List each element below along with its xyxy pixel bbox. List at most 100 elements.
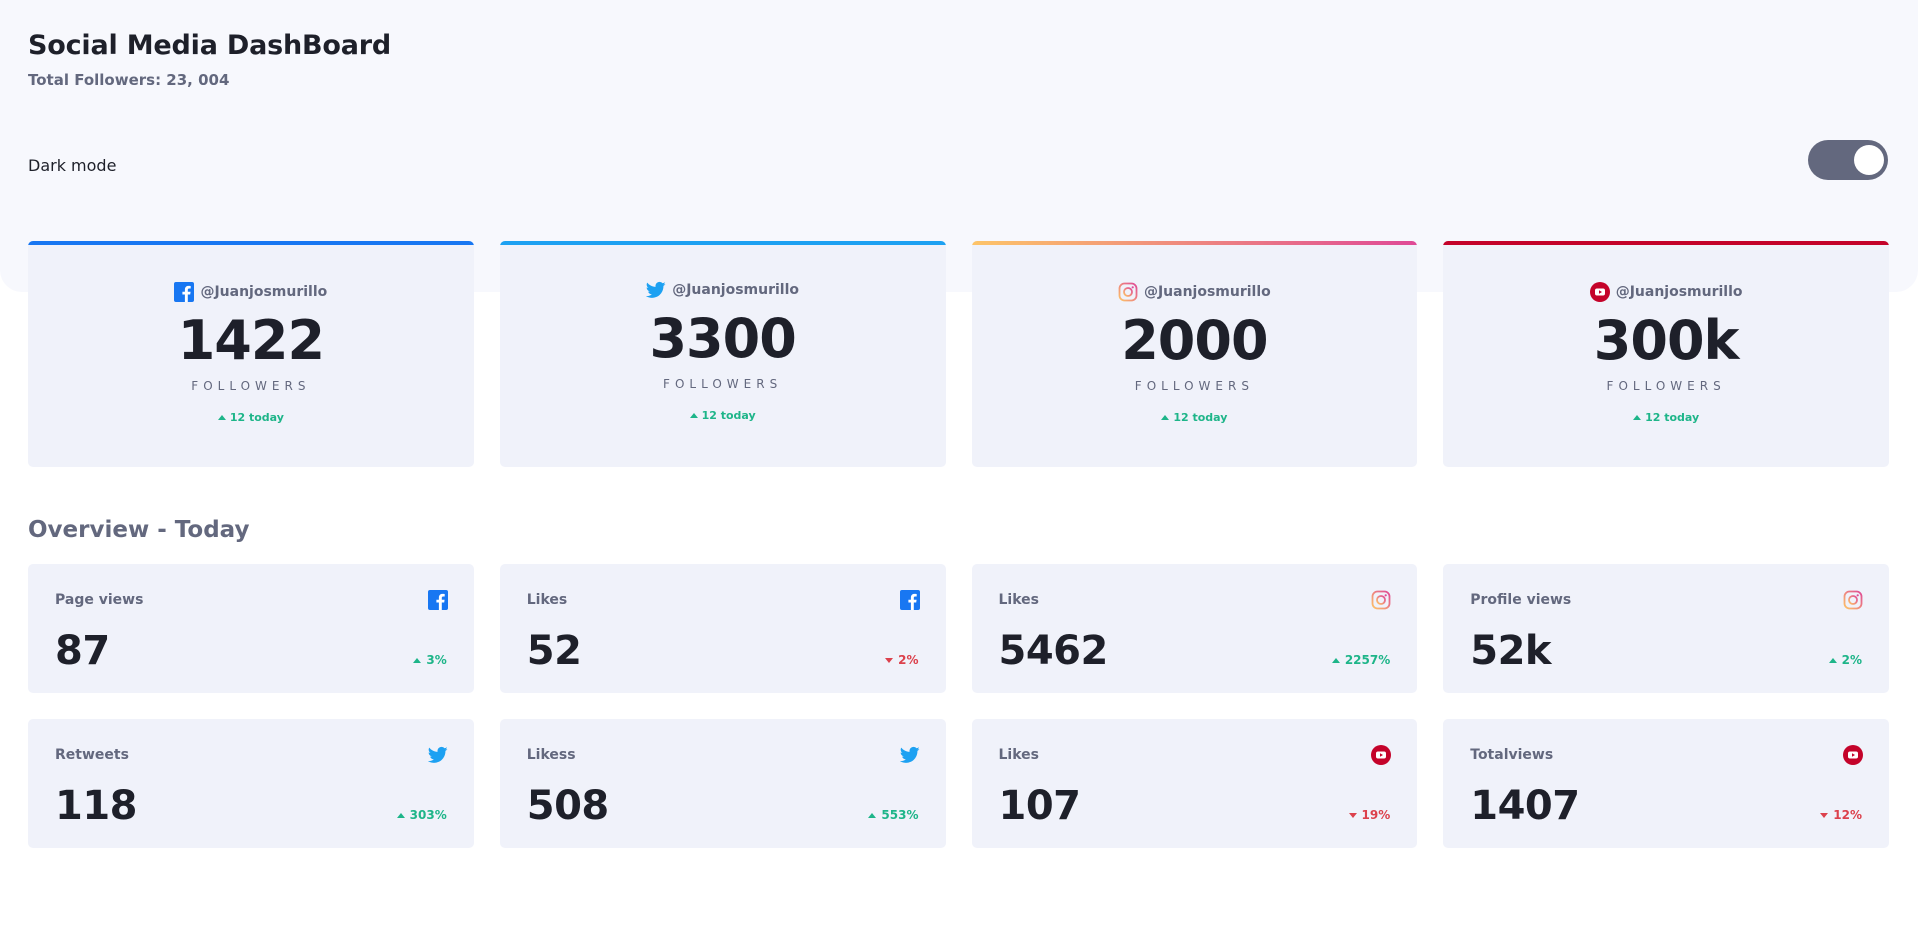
page-title: Social Media DashBoard xyxy=(28,30,392,61)
delta-text: 12% xyxy=(1833,808,1862,822)
today-text: 12 today xyxy=(229,411,284,424)
metric-value: 52k xyxy=(1470,628,1552,674)
youtube-icon xyxy=(1589,282,1610,302)
instagram-icon xyxy=(1118,282,1138,302)
metric-value: 107 xyxy=(998,783,1082,829)
delta-text: 2% xyxy=(1841,653,1862,667)
arrow-up-icon xyxy=(1633,415,1642,420)
today-text: 12 today xyxy=(701,409,756,422)
arrow-up-icon xyxy=(217,415,226,420)
arrow-up-icon xyxy=(689,413,698,418)
metric-label: Profile views xyxy=(1470,592,1572,608)
follower-count: 1422 xyxy=(177,309,325,372)
metric-delta: 12% xyxy=(1820,808,1862,822)
overview-card[interactable]: Totalviews 1407 12% xyxy=(1443,719,1889,848)
handle: @Juanjosmurillo xyxy=(1143,284,1271,300)
today-text: 12 today xyxy=(1645,411,1700,424)
overview-card[interactable]: Page views 87 3% xyxy=(28,564,474,693)
metric-delta: 2% xyxy=(1828,653,1862,667)
arrow-up-icon xyxy=(1161,415,1170,420)
handle: @Juanjosmurillo xyxy=(200,284,328,300)
overview-card[interactable]: Likes 107 19% xyxy=(971,719,1418,848)
handle: @Juanjosmurillo xyxy=(672,282,800,298)
metric-value: 52 xyxy=(526,628,582,674)
metric-label: Totalviews xyxy=(1470,747,1554,763)
twitter-icon xyxy=(646,280,666,300)
overview-grid: Page views 87 3% Likes 52 2% Likes 5462 … xyxy=(28,564,1889,848)
overview-card[interactable]: Likess 508 553% xyxy=(499,719,946,848)
facebook-icon xyxy=(899,590,920,610)
arrow-down-icon xyxy=(1820,812,1829,818)
metric-value: 87 xyxy=(55,628,110,674)
dashboard-header: Social Media DashBoard Total Followers: … xyxy=(28,30,391,89)
twitter-accent-bar xyxy=(499,241,946,245)
arrow-up-icon xyxy=(413,657,422,663)
delta-text: 2257% xyxy=(1344,653,1391,667)
today-text: 12 today xyxy=(1173,411,1228,424)
metric-value: 508 xyxy=(526,783,610,829)
handle-row: @Juanjosmurillo xyxy=(500,280,946,300)
youtube-icon xyxy=(1371,745,1392,765)
handle-row: @Juanjosmurillo xyxy=(972,282,1418,302)
twitter-icon xyxy=(899,745,920,765)
follower-count: 3300 xyxy=(649,307,796,370)
today-change: 12 today xyxy=(1443,411,1889,424)
twitter-icon xyxy=(427,745,448,765)
arrow-up-icon xyxy=(396,812,405,818)
metric-delta: 3% xyxy=(413,653,447,667)
instagram-icon xyxy=(1371,590,1391,610)
facebook-accent-bar xyxy=(28,241,474,245)
facebook-icon xyxy=(174,282,195,302)
dark-mode-toggle[interactable] xyxy=(1808,140,1888,180)
overview-title: Overview - Today xyxy=(28,517,250,543)
handle-row: @Juanjosmurillo xyxy=(1443,282,1889,302)
followers-cards: @Juanjosmurillo 1422 FOLLOWERS 12 today … xyxy=(28,241,1889,467)
metric-value: 1407 xyxy=(1470,783,1580,829)
metric-delta: 2% xyxy=(885,653,919,667)
overview-card[interactable]: Profile views 52k 2% xyxy=(1443,564,1889,693)
followers-label: FOLLOWERS xyxy=(1606,379,1726,393)
instagram-icon xyxy=(1843,590,1863,610)
overview-card[interactable]: Retweets 118 303% xyxy=(28,719,474,848)
today-change: 12 today xyxy=(500,409,946,422)
follower-card-facebook[interactable]: @Juanjosmurillo 1422 FOLLOWERS 12 today xyxy=(28,241,474,467)
today-change: 12 today xyxy=(28,411,474,424)
follower-card-instagram[interactable]: @Juanjosmurillo 2000 FOLLOWERS 12 today xyxy=(971,241,1418,467)
youtube-accent-bar xyxy=(1443,241,1889,245)
delta-text: 3% xyxy=(426,653,447,667)
arrow-down-icon xyxy=(885,657,894,663)
dark-mode-label: Dark mode xyxy=(28,156,117,175)
overview-card[interactable]: Likes 52 2% xyxy=(499,564,946,693)
facebook-icon xyxy=(427,590,448,610)
arrow-up-icon xyxy=(1331,657,1340,663)
delta-text: 553% xyxy=(881,808,919,822)
metric-delta: 19% xyxy=(1348,808,1391,822)
delta-text: 2% xyxy=(898,653,919,667)
followers-label: FOLLOWERS xyxy=(1134,379,1254,393)
metric-label: Likes xyxy=(526,592,568,608)
followers-label: FOLLOWERS xyxy=(663,377,783,391)
metric-label: Retweets xyxy=(55,747,129,763)
arrow-down-icon xyxy=(1348,812,1357,818)
metric-delta: 2257% xyxy=(1331,653,1391,667)
handle: @Juanjosmurillo xyxy=(1615,284,1743,300)
metric-label: Likes xyxy=(998,747,1039,763)
follower-count: 300k xyxy=(1593,309,1740,372)
metric-label: Likes xyxy=(998,592,1039,608)
handle-row: @Juanjosmurillo xyxy=(28,282,474,302)
metric-delta: 303% xyxy=(396,808,447,822)
delta-text: 19% xyxy=(1361,808,1391,822)
total-followers: Total Followers: 23, 004 xyxy=(28,71,230,89)
metric-value: 118 xyxy=(55,783,138,829)
follower-card-youtube[interactable]: @Juanjosmurillo 300k FOLLOWERS 12 today xyxy=(1443,241,1889,467)
follower-count: 2000 xyxy=(1121,309,1268,372)
follower-card-twitter[interactable]: @Juanjosmurillo 3300 FOLLOWERS 12 today xyxy=(499,241,946,467)
overview-card[interactable]: Likes 5462 2257% xyxy=(971,564,1418,693)
metric-value: 5462 xyxy=(998,628,1109,674)
metric-label: Page views xyxy=(55,592,144,608)
metric-delta: 553% xyxy=(868,808,919,822)
toggle-knob xyxy=(1854,145,1884,175)
instagram-accent-bar xyxy=(971,241,1418,245)
today-change: 12 today xyxy=(972,411,1418,424)
arrow-up-icon xyxy=(1828,657,1837,663)
